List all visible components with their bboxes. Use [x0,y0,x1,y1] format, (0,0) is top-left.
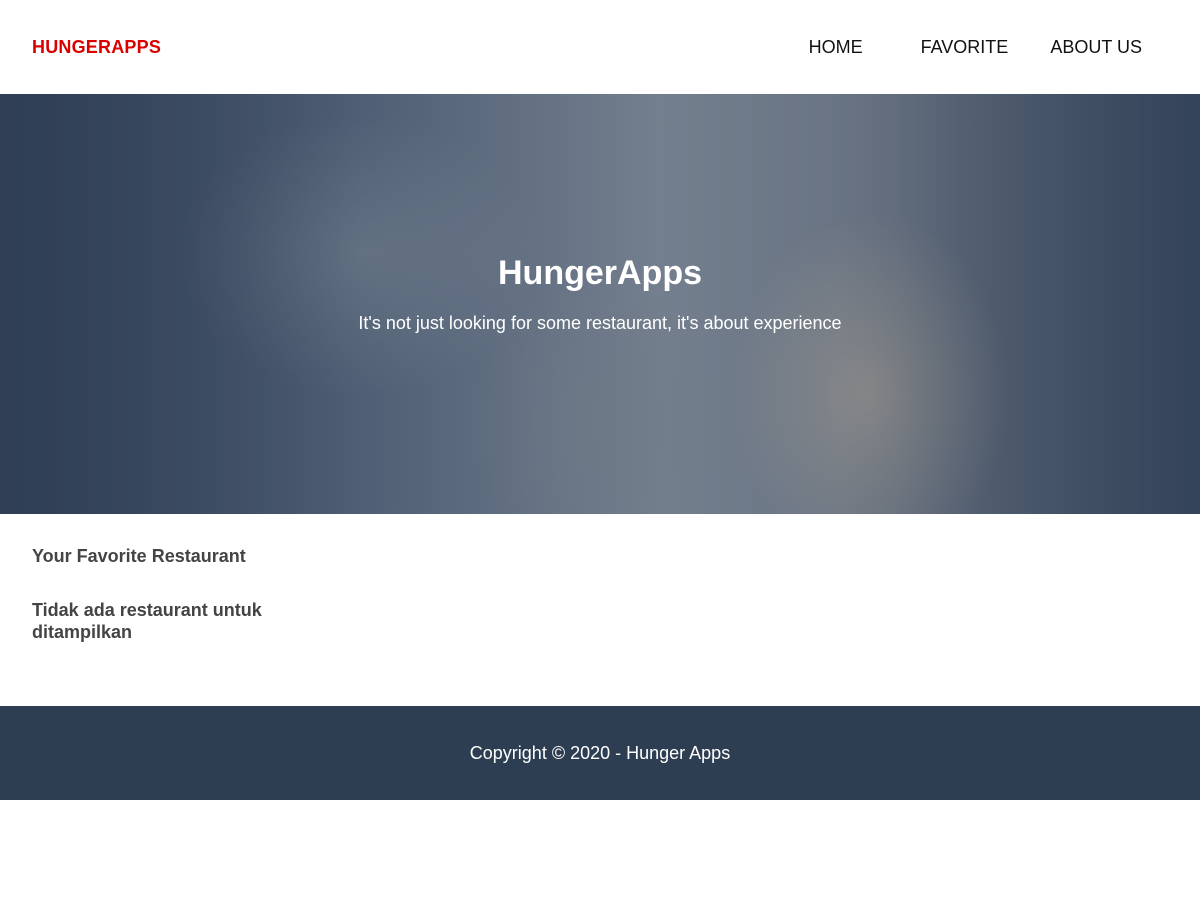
hero-content: HungerApps It's not just looking for som… [0,94,1200,514]
empty-state-message: Tidak ada restaurant untuk ditampilkan [32,600,262,642]
app-header: HUNGERAPPS HOME FAVORITE ABOUT US [0,0,1200,94]
hero-banner: HungerApps It's not just looking for som… [0,94,1200,514]
nav-home-link[interactable]: HOME [809,37,863,58]
brand-logo-link[interactable]: HUNGERAPPS [32,37,161,58]
nav-about-link[interactable]: ABOUT US [1050,37,1142,58]
app-footer: Copyright © 2020 - Hunger Apps [0,706,1200,800]
main-content: Your Favorite Restaurant Tidak ada resta… [0,514,1200,706]
nav-favorite-link[interactable]: FAVORITE [921,37,1009,58]
hero-tagline: It's not just looking for some restauran… [358,313,842,333]
hero-title: HungerApps [498,254,702,292]
main-nav: HOME FAVORITE ABOUT US [809,0,1168,94]
copyright-text: Copyright © 2020 - Hunger Apps [469,742,731,763]
section-title: Your Favorite Restaurant [32,546,246,566]
